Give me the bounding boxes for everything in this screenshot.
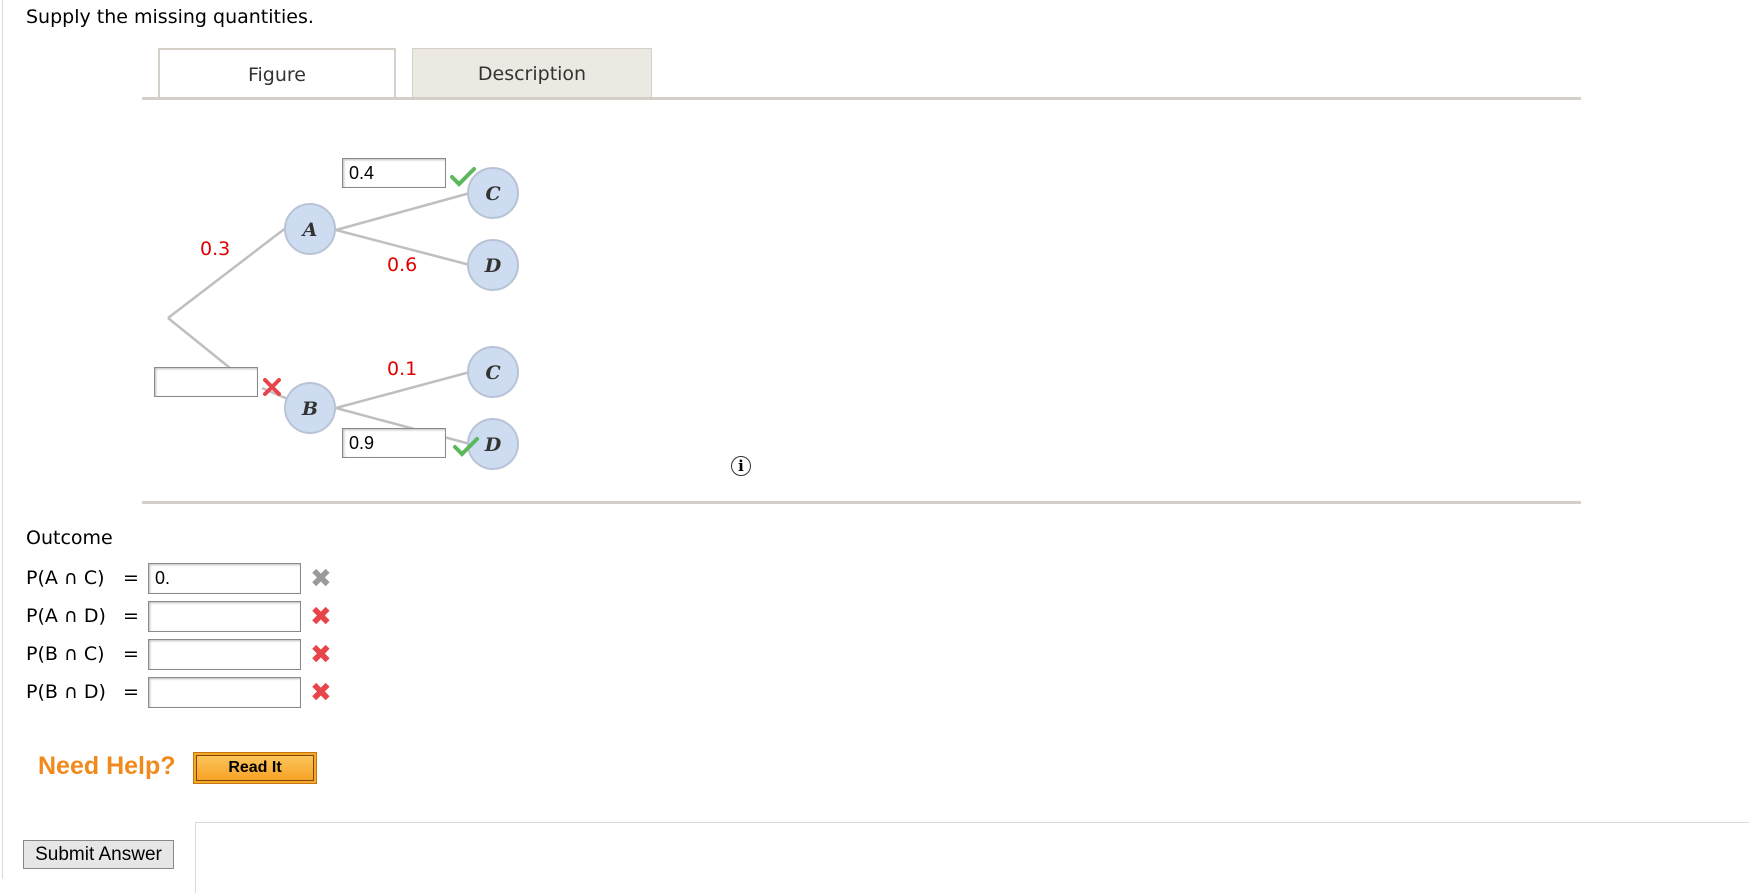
outcome-label: P(B ∩ C) (26, 643, 105, 665)
outcome-label: P(A ∩ C) (26, 567, 105, 589)
equals-sign: = (123, 681, 139, 703)
prob-b-c: 0.1 (387, 358, 417, 380)
equals-sign: = (123, 567, 139, 589)
x-icon-a-d: ✖ (310, 602, 332, 632)
answer-input-b-d[interactable] (148, 676, 301, 708)
feedback-panel (195, 822, 1749, 893)
node-a-label: A (301, 219, 318, 241)
node-c-lower-label: C (485, 362, 500, 384)
node-d-lower-label: D (484, 434, 502, 456)
node-c-upper: C (467, 167, 519, 219)
branch-root-b (167, 317, 231, 369)
input-prob-root-b[interactable] (154, 367, 258, 397)
node-b: B (284, 382, 336, 434)
probability-tree: A B C D C D 0.3 0.6 0.1 (167, 167, 519, 470)
node-b-label: B (301, 398, 318, 420)
branch-a-c (335, 191, 471, 232)
x-icon-b-d: ✖ (310, 678, 332, 708)
input-prob-b-d[interactable] (342, 428, 446, 458)
outcome-label: P(B ∩ D) (26, 681, 106, 703)
need-help-label: Need Help? (38, 752, 176, 780)
equals-sign: = (123, 605, 139, 627)
answer-input-a-d[interactable] (148, 600, 301, 632)
submit-answer-button[interactable]: Submit Answer (23, 840, 174, 869)
input-prob-a-c[interactable] (342, 158, 446, 188)
x-icon-pending-a-c: ✖ (310, 564, 332, 594)
x-icon-b-c: ✖ (310, 640, 332, 670)
node-d-lower: D (467, 418, 519, 470)
outcome-row-a-d: P(A ∩ D) = (26, 600, 301, 632)
read-it-label: Read It (196, 755, 314, 781)
info-icon[interactable]: i (731, 456, 751, 476)
answer-input-a-c[interactable] (148, 562, 301, 594)
outcome-row-b-d: P(B ∩ D) = (26, 676, 301, 708)
prob-a-d: 0.6 (387, 254, 417, 276)
node-d-upper-label: D (484, 255, 502, 277)
outcome-row-b-c: P(B ∩ C) = (26, 638, 301, 670)
outcome-label: P(A ∩ D) (26, 605, 106, 627)
figure-bottom-divider (142, 501, 1581, 504)
read-it-button[interactable]: Read It (193, 752, 317, 784)
prob-root-a: 0.3 (200, 238, 230, 260)
answer-input-b-c[interactable] (148, 638, 301, 670)
node-c-upper-label: C (485, 183, 500, 205)
outcome-title: Outcome (26, 527, 113, 549)
node-a: A (284, 203, 336, 255)
node-d-upper: D (467, 239, 519, 291)
node-c-lower: C (467, 346, 519, 398)
equals-sign: = (123, 643, 139, 665)
outcome-row-a-c: P(A ∩ C) = (26, 562, 301, 594)
